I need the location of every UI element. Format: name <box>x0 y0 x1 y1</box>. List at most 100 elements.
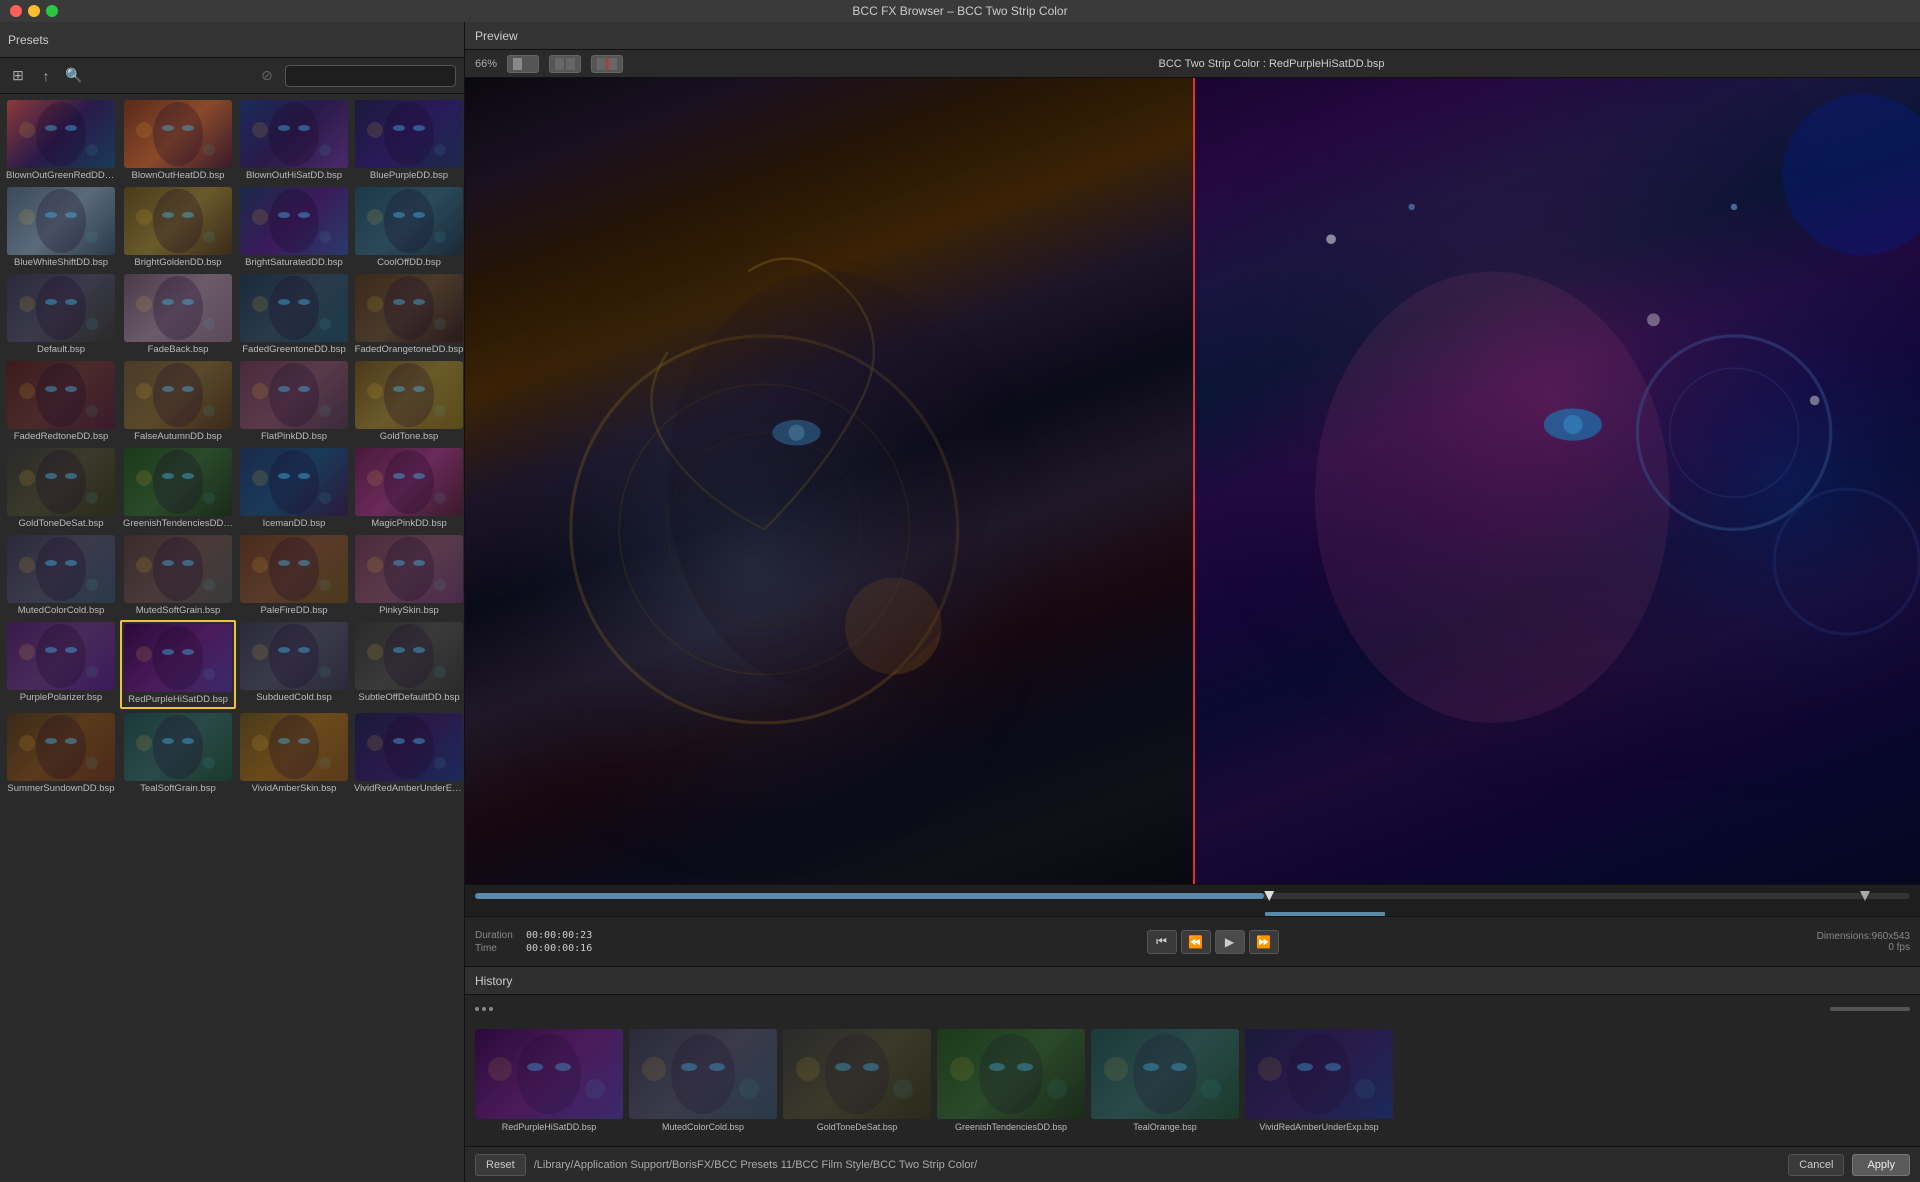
preset-item-24[interactable]: PurplePolarizer.bsp <box>4 620 118 709</box>
preset-item-15[interactable]: GoldTone.bsp <box>352 359 464 444</box>
preset-item-8[interactable]: Default.bsp <box>4 272 118 357</box>
presets-grid: BlownOutGreenRedDD.bsp BlownOutHeatDD.bs… <box>0 94 464 1182</box>
presets-toolbar: ⊞ ↑ 🔍 ⊘ <box>0 58 464 94</box>
history-item-1[interactable]: MutedColorCold.bsp <box>629 1029 777 1132</box>
preset-item-3[interactable]: BluePurpleDD.bsp <box>352 98 464 183</box>
step-forward-button[interactable]: ⏩ <box>1249 930 1279 954</box>
preset-item-19[interactable]: MagicPinkDD.bsp <box>352 446 464 531</box>
preset-item-6[interactable]: BrightSaturatedDD.bsp <box>238 185 350 270</box>
preset-thumb-15 <box>355 361 463 429</box>
history-item-2[interactable]: GoldToneDeSat.bsp <box>783 1029 931 1132</box>
preset-item-1[interactable]: BlownOutHeatDD.bsp <box>120 98 236 183</box>
preset-label-3: BluePurpleDD.bsp <box>370 170 448 181</box>
preset-item-26[interactable]: SubduedCold.bsp <box>238 620 350 709</box>
close-button[interactable] <box>10 5 22 17</box>
preset-item-13[interactable]: FalseAutumnDD.bsp <box>120 359 236 444</box>
preset-item-11[interactable]: FadedOrangetoneDD.bsp <box>352 272 464 357</box>
timeline-track[interactable] <box>475 893 1910 899</box>
preset-item-31[interactable]: VividRedAmberUnderExp.bsp <box>352 711 464 796</box>
time-row: Time 00:00:00:16 <box>475 943 635 954</box>
preset-label-18: IcemanDD.bsp <box>263 518 326 529</box>
preset-item-7[interactable]: CoolOffDD.bsp <box>352 185 464 270</box>
reset-button[interactable]: Reset <box>475 1154 526 1176</box>
search-icon[interactable]: 🔍 <box>64 66 84 86</box>
search-input[interactable] <box>285 65 456 87</box>
preset-item-10[interactable]: FadedGreentoneDD.bsp <box>238 272 350 357</box>
preset-thumb-2 <box>240 100 348 168</box>
preset-item-16[interactable]: GoldToneDeSat.bsp <box>4 446 118 531</box>
preset-label-19: MagicPinkDD.bsp <box>371 518 447 529</box>
preset-item-30[interactable]: VividAmberSkin.bsp <box>238 711 350 796</box>
preset-label-20: MutedColorCold.bsp <box>18 605 105 616</box>
split-red-button[interactable] <box>591 55 623 73</box>
cancel-button[interactable]: Cancel <box>1788 1154 1844 1176</box>
history-label-4: TealOrange.bsp <box>1133 1122 1197 1132</box>
preset-item-21[interactable]: MutedSoftGrain.bsp <box>120 533 236 618</box>
dimensions-value: Dimensions:960x543 <box>1790 931 1910 942</box>
preset-thumb-26 <box>240 622 348 690</box>
presets-label: Presets <box>8 33 49 47</box>
preset-item-14[interactable]: FlatPinkDD.bsp <box>238 359 350 444</box>
preset-item-18[interactable]: IcemanDD.bsp <box>238 446 350 531</box>
preview-title: BCC Two Strip Color : RedPurpleHiSatDD.b… <box>633 58 1910 70</box>
preset-thumb-5 <box>124 187 232 255</box>
history-item-3[interactable]: GreenishTendenciesDD.bsp <box>937 1029 1085 1132</box>
preset-thumb-12 <box>7 361 115 429</box>
history-thumb-2 <box>783 1029 931 1119</box>
grid-view-icon[interactable]: ⊞ <box>8 66 28 86</box>
preset-item-17[interactable]: GreenishTendenciesDD.bsp <box>120 446 236 531</box>
upload-icon[interactable]: ↑ <box>36 66 56 86</box>
history-scrollbar[interactable] <box>1830 1007 1910 1011</box>
preset-thumb-28 <box>7 713 115 781</box>
preset-item-5[interactable]: BrightGoldenDD.bsp <box>120 185 236 270</box>
preset-thumb-16 <box>7 448 115 516</box>
preset-item-23[interactable]: PinkySkin.bsp <box>352 533 464 618</box>
timeline-playhead[interactable] <box>1264 891 1274 901</box>
preset-item-28[interactable]: SummerSundownDD.bsp <box>4 711 118 796</box>
preset-item-9[interactable]: FadeBack.bsp <box>120 272 236 357</box>
preset-label-30: VividAmberSkin.bsp <box>252 783 337 794</box>
preset-item-29[interactable]: TealSoftGrain.bsp <box>120 711 236 796</box>
timeline-range-indicator <box>1265 912 1385 916</box>
preset-item-20[interactable]: MutedColorCold.bsp <box>4 533 118 618</box>
preset-item-0[interactable]: BlownOutGreenRedDD.bsp <box>4 98 118 183</box>
timeline-range-marker[interactable] <box>1860 891 1870 901</box>
history-grid: RedPurpleHiSatDD.bsp MutedColorCold.bsp … <box>465 1023 1920 1146</box>
preset-item-12[interactable]: FadedRedtoneDD.bsp <box>4 359 118 444</box>
maximize-button[interactable] <box>46 5 58 17</box>
preset-label-29: TealSoftGrain.bsp <box>140 783 216 794</box>
minimize-button[interactable] <box>28 5 40 17</box>
timeline[interactable] <box>465 884 1920 916</box>
history-item-4[interactable]: TealOrange.bsp <box>1091 1029 1239 1132</box>
history-label-2: GoldToneDeSat.bsp <box>817 1122 898 1132</box>
split-left-button[interactable] <box>507 55 539 73</box>
history-label-5: VividRedAmberUnderExp.bsp <box>1259 1122 1378 1132</box>
preset-item-27[interactable]: SubtleOffDefaultDD.bsp <box>352 620 464 709</box>
preset-label-24: PurplePolarizer.bsp <box>20 692 102 703</box>
preset-item-22[interactable]: PaleFireDD.bsp <box>238 533 350 618</box>
more-options-icon[interactable] <box>475 1007 493 1011</box>
preset-label-5: BrightGoldenDD.bsp <box>134 257 221 268</box>
split-line <box>1193 78 1195 884</box>
transport-controls: Duration 00:00:00:23 Time 00:00:00:16 ⏮ … <box>465 916 1920 966</box>
apply-button[interactable]: Apply <box>1852 1154 1910 1176</box>
preset-label-12: FadedRedtoneDD.bsp <box>14 431 109 442</box>
history-label-3: GreenishTendenciesDD.bsp <box>955 1122 1067 1132</box>
history-item-0[interactable]: RedPurpleHiSatDD.bsp <box>475 1029 623 1132</box>
history-item-5[interactable]: VividRedAmberUnderExp.bsp <box>1245 1029 1393 1132</box>
split-center-button[interactable] <box>549 55 581 73</box>
step-back-button[interactable]: ⏪ <box>1181 930 1211 954</box>
preset-item-2[interactable]: BlownOutHiSatDD.bsp <box>238 98 350 183</box>
preset-label-6: BrightSaturatedDD.bsp <box>245 257 343 268</box>
preset-thumb-3 <box>355 100 463 168</box>
info-icon[interactable]: ⊘ <box>257 66 277 86</box>
preset-item-25[interactable]: RedPurpleHiSatDD.bsp <box>120 620 236 709</box>
rewind-to-start-button[interactable]: ⏮ <box>1147 930 1177 954</box>
preview-right-half <box>1193 78 1920 884</box>
history-thumb-5 <box>1245 1029 1393 1119</box>
play-button[interactable]: ▶ <box>1215 930 1245 954</box>
zoom-level: 66% <box>475 58 497 70</box>
preset-label-26: SubduedCold.bsp <box>256 692 332 703</box>
preset-item-4[interactable]: BlueWhiteShiftDD.bsp <box>4 185 118 270</box>
preset-label-17: GreenishTendenciesDD.bsp <box>123 518 233 529</box>
